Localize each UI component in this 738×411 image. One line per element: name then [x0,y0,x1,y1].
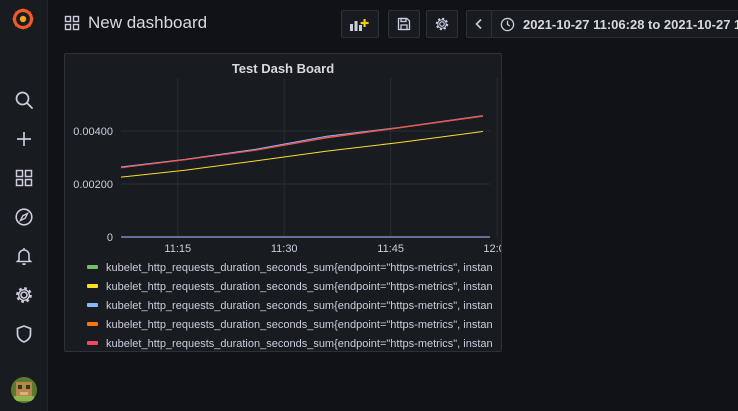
graph-panel[interactable]: Test Dash Board 0 0.00200 0.00400 11:15 11:3… [64,53,502,352]
time-range-back-button[interactable] [466,10,492,38]
legend-label: kubelet_http_requests_duration_seconds_s… [106,300,493,312]
legend-item[interactable]: kubelet_http_requests_duration_seconds_s… [87,335,501,351]
add-panel-button[interactable] [341,10,379,38]
plus-icon[interactable] [12,127,36,151]
avatar[interactable] [11,377,37,403]
save-dashboard-button[interactable] [388,10,420,38]
time-range-text: 2021-10-27 11:06:28 to 2021-10-27 1 [523,16,738,32]
legend-label: kubelet_http_requests_duration_seconds_s… [106,281,493,293]
legend-swatch [87,265,98,270]
x-tick-label: 11:15 [164,243,191,254]
legend-swatch [87,303,98,308]
add-panel-icon [350,19,369,31]
search-icon[interactable] [12,88,36,112]
legend-swatch [87,284,98,289]
x-tick-label: 11:30 [271,243,298,254]
x-tick-label: 12:00 [483,243,502,254]
gear-icon [435,17,449,31]
legend-swatch [87,341,98,346]
page-title[interactable]: New dashboard [88,13,207,33]
y-tick-label: 0 [107,232,113,244]
legend-label: kubelet_http_requests_duration_seconds_s… [106,319,493,331]
legend-item[interactable]: kubelet_http_requests_duration_seconds_s… [87,259,501,278]
dashboard-settings-button[interactable] [426,10,458,38]
clock-icon [500,17,515,31]
x-tick-label: 11:45 [377,243,404,254]
legend-item[interactable]: kubelet_http_requests_duration_seconds_s… [87,297,501,316]
y-tick-label: 0.00400 [73,126,113,138]
series-line [120,115,483,169]
y-tick-label: 0.00200 [73,179,113,191]
bell-icon[interactable] [12,244,36,268]
save-icon [397,17,411,31]
legend-label: kubelet_http_requests_duration_seconds_s… [106,262,493,274]
chevron-left-icon [475,18,482,30]
legend: kubelet_http_requests_duration_seconds_s… [87,259,501,351]
time-range-picker[interactable]: 2021-10-27 11:06:28 to 2021-10-27 1 [491,10,738,38]
shield-icon[interactable] [12,322,36,346]
series-line [120,131,483,178]
legend-swatch [87,322,98,327]
legend-item[interactable]: kubelet_http_requests_duration_seconds_s… [87,316,501,335]
legend-label: kubelet_http_requests_duration_seconds_s… [106,338,493,350]
compass-icon[interactable] [12,205,36,229]
grafana-logo[interactable] [10,6,36,32]
apps-icon[interactable] [12,166,36,190]
line-chart: 00.002000.0040011:1511:3011:4512:0012:15… [73,78,502,254]
sidebar [0,0,48,411]
gear-icon[interactable] [12,283,36,307]
legend-item[interactable]: kubelet_http_requests_duration_seconds_s… [87,278,501,297]
apps-icon [64,15,80,31]
dashboard-navbar: New dashboard 2021-10-27 11:06:28 to 202… [48,0,738,46]
